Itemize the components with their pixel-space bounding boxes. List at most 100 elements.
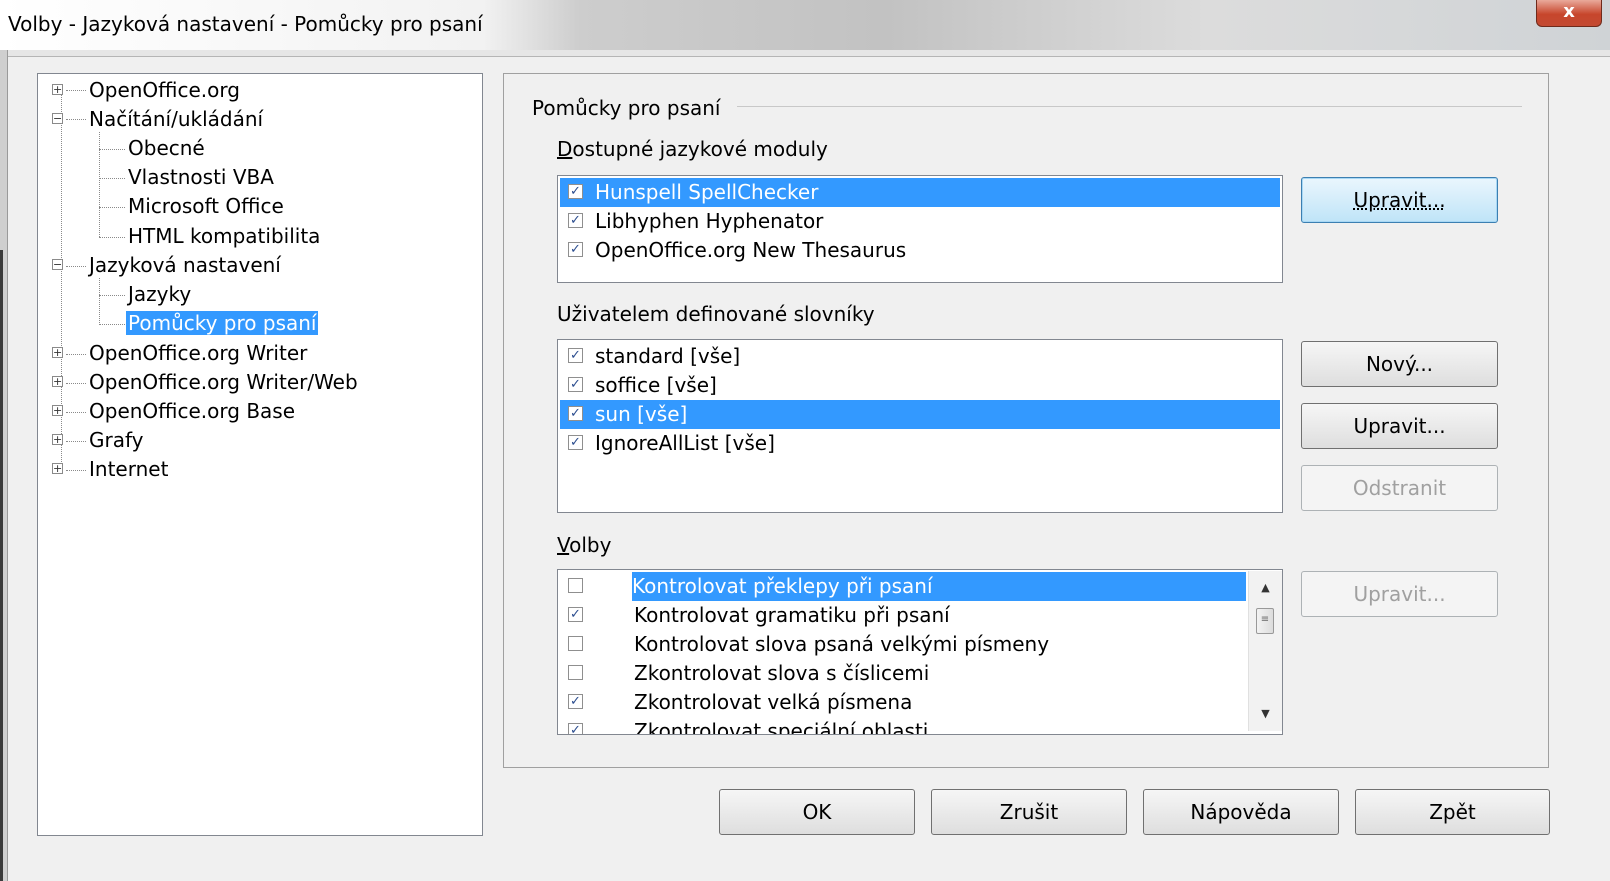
- tree-connector: [99, 207, 125, 208]
- list-item[interactable]: ✓ Hunspell SpellChecker: [560, 178, 1280, 207]
- dictionary-delete-button: Odstranit: [1301, 465, 1498, 511]
- checkbox-checked[interactable]: ✓: [568, 184, 583, 199]
- list-item[interactable]: ✓ standard [vše]: [560, 342, 1280, 371]
- tree-item-writing-aids[interactable]: Pomůcky pro psaní: [126, 309, 319, 338]
- expand-icon[interactable]: +: [52, 463, 63, 474]
- ok-button-label: OK: [802, 800, 832, 824]
- tree-item-label: OpenOffice.org Writer/Web: [89, 370, 358, 394]
- tree-item-label: Obecné: [128, 136, 205, 160]
- dictionaries-label: Uživatelem definované slovníky: [557, 302, 875, 326]
- checkbox-checked[interactable]: ✓: [568, 723, 583, 734]
- tree-connector: [66, 383, 86, 384]
- expand-icon[interactable]: +: [52, 84, 63, 95]
- modules-list[interactable]: ✓ Hunspell SpellChecker ✓ Libhyphen Hyph…: [557, 175, 1283, 283]
- help-button[interactable]: Nápověda: [1143, 789, 1339, 835]
- tree-item-label: Internet: [89, 457, 169, 481]
- expand-icon[interactable]: +: [52, 434, 63, 445]
- tree-connector: [66, 470, 86, 471]
- list-item-label: Zkontrolovat speciální oblasti: [634, 719, 929, 735]
- tree-item-label: OpenOffice.org: [89, 78, 240, 102]
- ok-button[interactable]: OK: [719, 789, 915, 835]
- tree-item-label: HTML kompatibilita: [128, 224, 321, 248]
- help-button-label: Nápověda: [1190, 800, 1292, 824]
- scroll-up-icon[interactable]: ▲: [1249, 575, 1282, 601]
- window-frame-top: [8, 50, 1610, 57]
- tree-item-label: Načítání/ukládání: [89, 107, 264, 131]
- list-item[interactable]: ✓ sun [vše]: [560, 400, 1280, 429]
- list-item[interactable]: ✓ OpenOffice.org New Thesaurus: [560, 236, 1280, 265]
- list-item[interactable]: ✓ Libhyphen Hyphenator: [560, 207, 1280, 236]
- checkbox-unchecked[interactable]: [568, 665, 583, 680]
- list-item[interactable]: Kontrolovat slova psaná velkými písmeny: [634, 630, 1248, 659]
- expand-icon[interactable]: +: [52, 405, 63, 416]
- options-label-text: olby: [569, 533, 612, 557]
- scroll-down-icon[interactable]: ▼: [1249, 701, 1282, 727]
- tree-connector: [66, 412, 86, 413]
- dictionary-new-button-label: Nový...: [1365, 352, 1434, 376]
- close-button[interactable]: x: [1536, 0, 1602, 27]
- title-bar: Volby - Jazyková nastavení - Pomůcky pro…: [0, 0, 1610, 50]
- modules-edit-button[interactable]: Upravit...: [1301, 177, 1498, 223]
- options-tree[interactable]: + OpenOffice.org − Načítání/ukládání Obe…: [37, 73, 483, 836]
- list-item-label: Zkontrolovat velká písmena: [634, 690, 913, 714]
- list-item-label: Kontrolovat slova psaná velkými písmeny: [634, 632, 1050, 656]
- list-item-label: sun [vše]: [595, 402, 688, 426]
- options-label: Volby: [557, 533, 612, 557]
- checkbox-unchecked[interactable]: [568, 578, 583, 593]
- options-scrollbar[interactable]: ▲ ≡ ▼: [1248, 571, 1282, 731]
- checkbox-checked[interactable]: ✓: [568, 348, 583, 363]
- dictionary-delete-button-label: Odstranit: [1352, 476, 1447, 500]
- list-item-label: Libhyphen Hyphenator: [595, 209, 824, 233]
- cancel-button[interactable]: Zrušit: [931, 789, 1127, 835]
- list-item-label: Zkontrolovat slova s číslicemi: [634, 661, 930, 685]
- list-item-label: soffice [vše]: [595, 373, 717, 397]
- modules-label: Dostupné jazykové moduly: [557, 137, 828, 161]
- tree-item-vba-properties[interactable]: Vlastnosti VBA: [128, 163, 274, 192]
- tree-item-microsoft-office[interactable]: Microsoft Office: [128, 192, 284, 221]
- tree-connector: [99, 149, 125, 150]
- checkbox-checked[interactable]: ✓: [568, 213, 583, 228]
- cancel-button-label: Zrušit: [999, 800, 1059, 824]
- checkbox-checked[interactable]: ✓: [568, 435, 583, 450]
- checkbox-unchecked[interactable]: [568, 636, 583, 651]
- list-item-label: Kontrolovat gramatiku při psaní: [634, 603, 950, 627]
- collapse-icon[interactable]: −: [52, 259, 63, 270]
- tree-item-languages[interactable]: Jazyky: [128, 280, 191, 309]
- expand-icon[interactable]: +: [52, 347, 63, 358]
- list-item[interactable]: Kontrolovat překlepy při psaní: [632, 572, 1246, 601]
- checkbox-checked[interactable]: ✓: [568, 377, 583, 392]
- list-item[interactable]: Zkontrolovat velká písmena: [634, 688, 1248, 717]
- tree-connector: [66, 266, 86, 267]
- checkbox-checked[interactable]: ✓: [568, 242, 583, 257]
- tree-item-label: OpenOffice.org Base: [89, 399, 296, 423]
- scroll-thumb[interactable]: ≡: [1256, 608, 1274, 634]
- expand-icon[interactable]: +: [52, 376, 63, 387]
- tree-item-general[interactable]: Obecné: [128, 134, 205, 163]
- options-list[interactable]: Kontrolovat překlepy při psaní Kontrolov…: [557, 569, 1283, 735]
- tree-item-label: Vlastnosti VBA: [128, 165, 274, 189]
- back-button[interactable]: Zpět: [1355, 789, 1550, 835]
- list-item[interactable]: Zkontrolovat slova s číslicemi: [634, 659, 1248, 688]
- collapse-icon[interactable]: −: [52, 113, 63, 124]
- list-item[interactable]: ✓ IgnoreAllList [vše]: [560, 429, 1280, 458]
- group-divider: [737, 106, 1522, 107]
- list-item-label: Hunspell SpellChecker: [595, 180, 819, 204]
- list-item-label: Kontrolovat překlepy při psaní: [632, 574, 933, 598]
- dictionary-new-button[interactable]: Nový...: [1301, 341, 1498, 387]
- tree-item-html-compat[interactable]: HTML kompatibilita: [128, 222, 320, 251]
- checkbox-checked[interactable]: ✓: [568, 607, 583, 622]
- checkbox-checked[interactable]: ✓: [568, 694, 583, 709]
- list-item[interactable]: Zkontrolovat speciální oblasti: [634, 717, 1248, 735]
- window-title: Volby - Jazyková nastavení - Pomůcky pro…: [8, 12, 483, 36]
- window-frame-shadow: [0, 250, 3, 881]
- dictionary-edit-button[interactable]: Upravit...: [1301, 403, 1498, 449]
- dictionary-edit-button-label: Upravit...: [1353, 414, 1446, 438]
- list-item[interactable]: ✓ soffice [vše]: [560, 371, 1280, 400]
- dictionaries-list[interactable]: ✓ standard [vše] ✓ soffice [vše] ✓ sun […: [557, 339, 1283, 513]
- tree-connector: [99, 278, 100, 325]
- tree-connector: [66, 441, 86, 442]
- checkbox-checked[interactable]: ✓: [568, 406, 583, 421]
- list-item[interactable]: Kontrolovat gramatiku při psaní: [634, 601, 1248, 630]
- tree-connector: [99, 237, 125, 238]
- modules-edit-button-label: Upravit...: [1353, 188, 1446, 212]
